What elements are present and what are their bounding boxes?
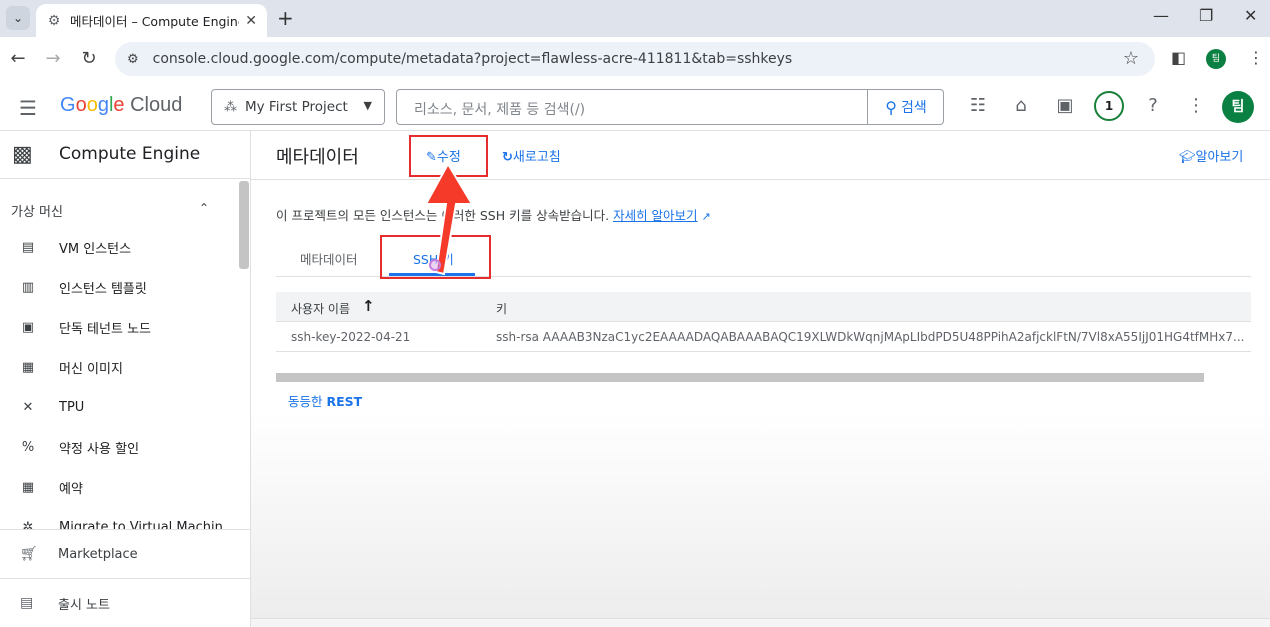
external-link-icon: ↗ <box>701 210 711 223</box>
main-content: 메타데이터 ✎수정 ↻새로고침 🎓︎알아보기 이 프로젝트의 모든 인스턴스는 … <box>251 131 1270 627</box>
gift-icon[interactable]: ⌂ <box>1009 95 1033 116</box>
page-title: 메타데이터 <box>276 147 359 168</box>
sidebar-section-vm[interactable]: 가상 머신 <box>11 201 63 220</box>
sidebar-item-committed-use-discounts[interactable]: % 약정 사용 할인 <box>0 427 238 467</box>
calendar-icon: ▦ <box>21 479 35 495</box>
browser-tab[interactable]: ⚙ 메타데이터 – Compute Engine ✕ <box>36 4 267 37</box>
forward-arrow-icon[interactable]: → <box>42 48 64 69</box>
learn-button[interactable]: 🎓︎알아보기 <box>1179 146 1243 165</box>
sort-ascending-arrow-icon[interactable]: ↑ <box>362 297 375 315</box>
close-window-icon[interactable]: ✕ <box>1244 6 1257 25</box>
minimize-window-icon[interactable]: — <box>1153 6 1169 25</box>
cloud-assist-notes-icon[interactable]: ☷ <box>966 95 990 116</box>
percent-icon: % <box>21 439 35 455</box>
tab-search-chevron-icon[interactable]: ⌄ <box>6 6 30 30</box>
cloud-shell-terminal-icon[interactable]: ▣ <box>1053 95 1077 116</box>
sidebar-item-tpu[interactable]: ✕ TPU <box>0 387 238 427</box>
sidebar-product-header: ▩ Compute Engine <box>0 131 250 179</box>
close-tab-icon[interactable]: ✕ <box>245 13 257 29</box>
sidebar-item-machine-images[interactable]: ▦ 머신 이미지 <box>0 347 238 387</box>
address-bar[interactable]: ⚙ console.cloud.google.com/compute/metad… <box>115 42 1155 76</box>
reload-icon[interactable]: ↻ <box>78 48 100 69</box>
dropdown-caret-icon: ▼ <box>363 99 372 112</box>
help-question-icon[interactable]: ? <box>1141 95 1165 116</box>
sidebar-item-release-notes[interactable]: ▤ 출시 노트 <box>0 578 250 627</box>
sidebar-nav: ▩ Compute Engine 가상 머신 ⌃ ▤ VM 인스턴스 ▥ 인스턴… <box>0 131 251 627</box>
collapse-chevron-icon[interactable]: ⌃ <box>199 201 209 215</box>
sidebar-scrollbar[interactable] <box>239 181 249 269</box>
sidebar-item-marketplace[interactable]: 🛒︎ Marketplace <box>0 529 250 578</box>
site-info-icon[interactable]: ⚙ <box>127 52 139 67</box>
background-fade <box>251 411 1270 627</box>
sidebar-item-reservations[interactable]: ▦ 예약 <box>0 467 238 507</box>
browser-tab-title: 메타데이터 – Compute Engine <box>70 14 240 29</box>
notifications-count-badge[interactable]: 1 <box>1094 91 1124 121</box>
product-name: Compute Engine <box>59 144 201 164</box>
search-placeholder: 리소스, 문서, 제품 등 검색(/) <box>414 102 586 118</box>
table-row[interactable]: ssh-key-2022-04-21 ssh-rsa AAAAB3NzaC1yc… <box>276 322 1251 352</box>
learn-more-link[interactable]: 자세히 알아보기 <box>613 208 697 223</box>
browser-menu-kebab-icon[interactable]: ⋮ <box>1248 48 1264 67</box>
back-arrow-icon[interactable]: ← <box>7 48 29 69</box>
table-horizontal-scrollbar[interactable] <box>276 373 1204 382</box>
column-header-username[interactable]: 사용자 이름 <box>291 300 350 317</box>
new-tab-plus-icon[interactable]: + <box>277 6 294 30</box>
side-panel-icon[interactable]: ◧ <box>1171 48 1186 67</box>
vm-instances-icon: ▤ <box>21 239 35 255</box>
sidebar-item-sole-tenant-nodes[interactable]: ▣ 단독 테넌트 노드 <box>0 307 238 347</box>
search-button[interactable]: ⚲ 검색 <box>867 90 944 124</box>
cell-key: ssh-rsa AAAAB3NzaC1yc2EAAAADAQABAAABAQC1… <box>496 330 1245 344</box>
sole-tenant-nodes-icon: ▣ <box>21 319 35 335</box>
bookmark-star-icon[interactable]: ☆ <box>1123 48 1139 69</box>
user-avatar[interactable]: 팀 <box>1222 91 1254 123</box>
browser-profile-avatar[interactable]: 팀 <box>1206 49 1226 69</box>
refresh-icon: ↻ <box>502 150 513 165</box>
cloud-console-header: ☰ Google Cloud ⁂ My First Project ▼ 리소스,… <box>0 82 1270 131</box>
refresh-button[interactable]: ↻새로고침 <box>502 146 561 165</box>
search-icon: ⚲ <box>885 97 897 117</box>
search-box[interactable]: 리소스, 문서, 제품 등 검색(/) ⚲ 검색 <box>396 89 944 125</box>
sidebar-item-instance-templates[interactable]: ▥ 인스턴스 템플릿 <box>0 267 238 307</box>
table-header: 사용자 이름 ↑ 키 <box>276 292 1251 322</box>
project-hierarchy-icon: ⁂ <box>224 99 237 115</box>
info-text: 이 프로젝트의 모든 인스턴스는 이러한 SSH 키를 상속받습니다. 자세히 알… <box>276 208 711 223</box>
restore-window-icon[interactable]: ❐ <box>1199 6 1213 25</box>
project-picker[interactable]: ⁂ My First Project ▼ <box>211 89 385 125</box>
equivalent-rest-link[interactable]: 동등한 REST <box>288 391 362 410</box>
graduation-cap-icon: 🎓︎ <box>1179 150 1196 165</box>
hamburger-menu-icon[interactable]: ☰ <box>19 96 37 120</box>
shopping-cart-icon: 🛒︎ <box>20 546 38 562</box>
sidebar-item-vm-instances[interactable]: ▤ VM 인스턴스 <box>0 227 238 267</box>
project-name: My First Project <box>245 99 348 115</box>
browser-toolbar: ← → ↻ ⚙ console.cloud.google.com/compute… <box>0 37 1270 82</box>
bottom-edge <box>251 618 1270 627</box>
mouse-cursor-icon <box>429 259 441 271</box>
compute-engine-favicon-icon: ⚙ <box>47 12 61 29</box>
browser-tab-strip: ⌄ ⚙ 메타데이터 – Compute Engine ✕ + — ❐ ✕ <box>0 0 1270 37</box>
tpu-icon: ✕ <box>22 399 34 415</box>
tab-metadata[interactable]: 메타데이터 <box>300 249 358 268</box>
ssh-keys-table: 사용자 이름 ↑ 키 ssh-key-2022-04-21 ssh-rsa AA… <box>276 292 1251 352</box>
release-notes-icon: ▤ <box>20 595 34 611</box>
page-header: 메타데이터 ✎수정 ↻새로고침 🎓︎알아보기 <box>251 131 1270 180</box>
instance-templates-icon: ▥ <box>21 279 35 295</box>
cell-username: ssh-key-2022-04-21 <box>291 330 411 344</box>
column-header-key: 키 <box>496 302 508 316</box>
compute-engine-chip-icon: ▩ <box>12 142 33 167</box>
machine-images-icon: ▦ <box>21 359 35 375</box>
url-text: console.cloud.google.com/compute/metadat… <box>152 51 793 67</box>
google-cloud-logo[interactable]: Google Cloud <box>60 94 182 117</box>
settings-kebab-icon[interactable]: ⋮ <box>1184 95 1208 116</box>
